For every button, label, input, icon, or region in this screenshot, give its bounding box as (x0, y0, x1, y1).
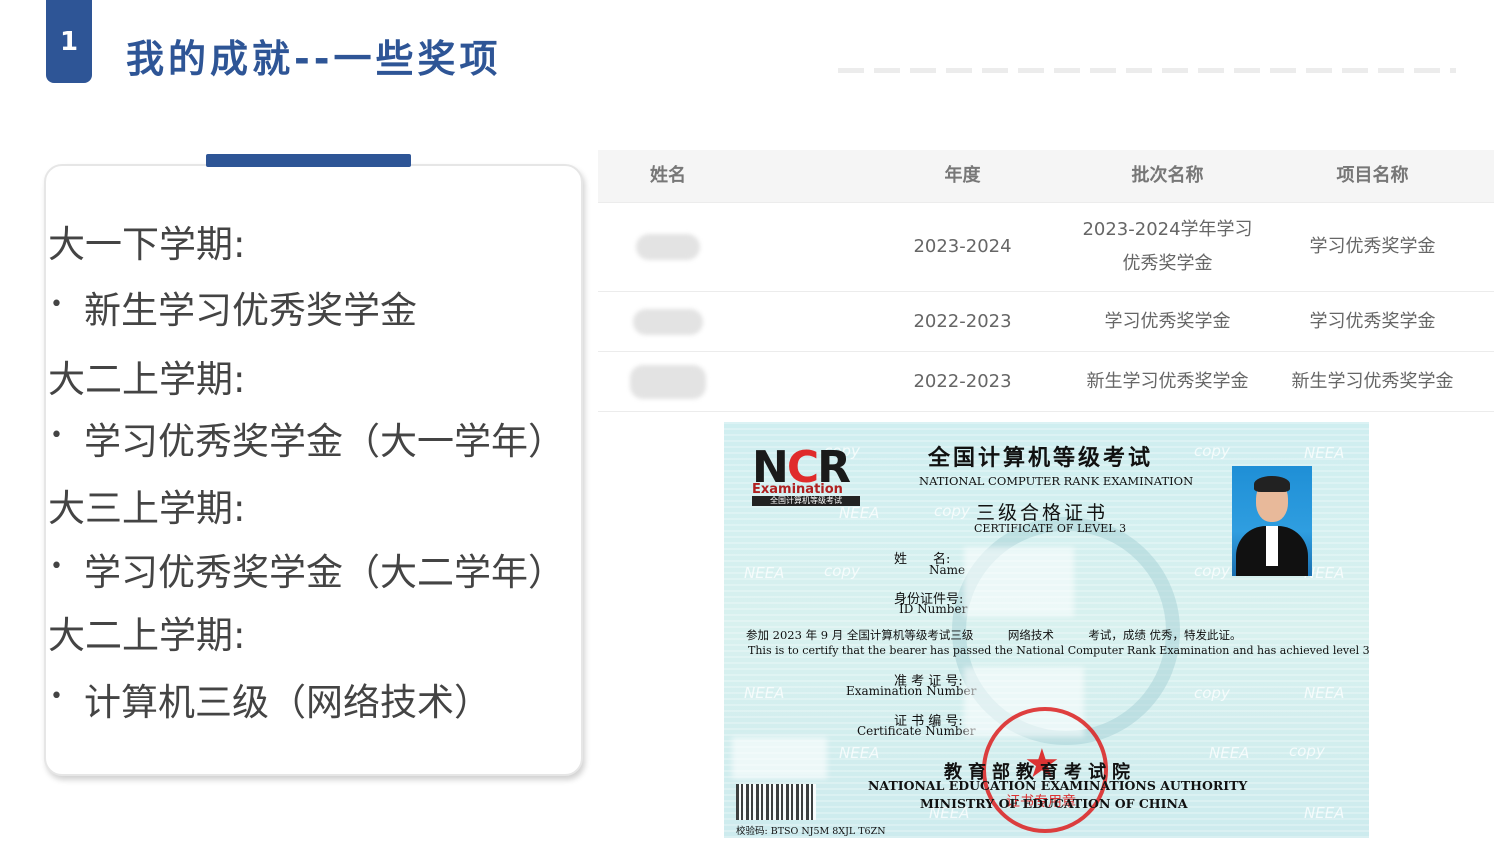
cell-batch-text: 2023-2024学年学习 优秀奖学金 (1082, 219, 1253, 274)
cert-level-cn: 三级合格证书 (976, 502, 1109, 524)
decorative-dashed-line (838, 68, 1456, 73)
cert-id-en: ID Number (899, 602, 968, 616)
header-batch: 批次名称 (1131, 165, 1204, 186)
watermark: NEEA (839, 504, 880, 522)
header-year: 年度 (944, 165, 981, 186)
table-row: 2023-2024 2023-2024学年学习 优秀奖学金 学习优秀奖学金 (598, 203, 1494, 292)
watermark: copy (934, 502, 970, 520)
cert-statement-cn: 参加 2023 年 9 月 全国计算机等级考试三级 网络技术 考试，成绩 优秀，… (746, 628, 1242, 642)
bullet: • (50, 423, 63, 448)
watermark: NEEA (1304, 684, 1345, 702)
name-redacted (598, 292, 738, 351)
term-heading: 大三上学期: (48, 487, 246, 530)
term-heading: 大二上学期: (48, 614, 246, 657)
watermark: copy (1289, 742, 1325, 760)
bullet: • (50, 292, 63, 317)
redaction-mask (964, 547, 1074, 617)
watermark: copy (1194, 684, 1230, 702)
header-project: 项目名称 (1336, 165, 1409, 186)
watermark: copy (824, 562, 860, 580)
table-row: 2022-2023 新生学习优秀奖学金 新生学习优秀奖学金 (598, 352, 1494, 412)
awards-table: 姓名 年度 批次名称 项目名称 2023-2024 2023-2024学年学习 … (598, 150, 1494, 412)
ncr-logo-examination: Examination (752, 482, 843, 497)
cert-level-en: CERTIFICATE OF LEVEL 3 (974, 522, 1127, 535)
cert-title-en: NATIONAL COMPUTER RANK EXAMINATION (919, 474, 1194, 488)
cert-exam-no-en: Examination Number (846, 684, 977, 698)
page-title: 我的成就--一些奖项 (126, 37, 502, 81)
award-item: 新生学习优秀奖学金 (84, 289, 417, 332)
cert-check-code: 校验码: BTSO NJ5M 8XJL T6ZN (736, 826, 886, 837)
bullet: • (50, 554, 63, 579)
cell-project: 新生学习优秀奖学金 (1291, 370, 1454, 392)
certificate-image: copy NEEA copy NEEA copy NEEA copy copy … (724, 422, 1369, 838)
watermark: copy (1194, 442, 1230, 460)
watermark: NEEA (744, 684, 785, 702)
award-item: 学习优秀奖学金（大一学年） (84, 420, 565, 463)
term-heading: 大二上学期: (48, 358, 246, 401)
cert-cert-no-en: Certificate Number (857, 724, 976, 738)
name-redacted (598, 203, 738, 291)
watermark: copy (1194, 562, 1230, 580)
section-number: 1 (59, 26, 79, 57)
watermark: NEEA (1304, 804, 1345, 822)
watermark: NEEA (1304, 444, 1345, 462)
cell-batch: 学习优秀奖学金 (1104, 310, 1231, 332)
id-photo (1232, 466, 1312, 576)
cert-name-en: Name (929, 563, 966, 577)
qr-code (736, 784, 816, 820)
table-header-row: 姓名 年度 批次名称 项目名称 (598, 150, 1494, 203)
term-heading: 大一下学期: (48, 223, 246, 266)
cert-issuer-en2: MINISTRY OF EDUCATION OF CHINA (920, 796, 1188, 811)
cert-issuer-en1: NATIONAL EDUCATION EXAMINATIONS AUTHORIT… (868, 778, 1248, 793)
section-number-badge: 1 (46, 0, 92, 83)
watermark: NEEA (839, 744, 880, 762)
award-item: 计算机三级（网络技术） (84, 681, 491, 724)
cell-project: 学习优秀奖学金 (1309, 310, 1436, 332)
redaction-mask (732, 737, 827, 779)
cell-year: 2023-2024 (913, 236, 1012, 257)
watermark: NEEA (1209, 744, 1250, 762)
cell-year: 2022-2023 (913, 310, 1012, 332)
cert-title-cn: 全国计算机等级考试 (928, 445, 1154, 471)
watermark: NEEA (744, 564, 785, 582)
ncr-logo-bar: 全国计算机等级考试 (752, 496, 860, 506)
name-redacted (598, 352, 738, 411)
header-name: 姓名 (650, 165, 686, 186)
table-row: 2022-2023 学习优秀奖学金 学习优秀奖学金 (598, 292, 1494, 352)
card-accent-bar (206, 154, 411, 167)
cert-statement-en: This is to certify that the bearer has p… (748, 644, 1369, 657)
award-item: 学习优秀奖学金（大二学年） (84, 551, 565, 594)
bullet: • (50, 684, 63, 709)
cell-batch: 2023-2024学年学习 优秀奖学金 (1065, 203, 1270, 291)
cell-year: 2022-2023 (913, 370, 1012, 392)
cell-project: 学习优秀奖学金 (1309, 236, 1436, 257)
cell-batch: 新生学习优秀奖学金 (1086, 370, 1249, 392)
